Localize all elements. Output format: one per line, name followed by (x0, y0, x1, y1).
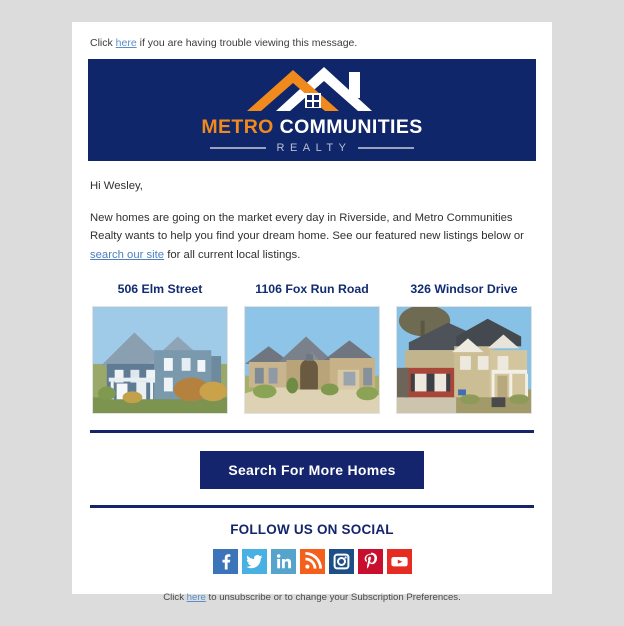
brand-logo: METRO COMMUNITIES REALTY (187, 64, 437, 154)
listing-item[interactable]: 1106 Fox Run Road (244, 282, 380, 414)
footer: Click here to unsubscribe or to change y… (72, 574, 552, 603)
preheader: Click here if you are having trouble vie… (72, 22, 552, 59)
brand-name-communities: COMMUNITIES (279, 115, 423, 138)
intro-text-after: for all current local listings. (164, 248, 301, 261)
social-heading: FOLLOW US ON SOCIAL (230, 521, 394, 537)
footer-text-before: Click (163, 591, 187, 603)
instagram-icon[interactable] (328, 548, 354, 574)
intro-paragraph: New homes are going on the market every … (90, 209, 534, 264)
footer-text-after: to unsubscribe or to change your Subscri… (205, 591, 461, 603)
facebook-icon[interactable] (212, 548, 238, 574)
cta-row: Search For More Homes (72, 433, 552, 489)
listing-title[interactable]: 326 Windsor Drive (396, 282, 532, 296)
rss-icon[interactable] (299, 548, 325, 574)
listing-item[interactable]: 326 Windsor Drive (396, 282, 532, 414)
twitter-icon[interactable] (241, 548, 267, 574)
tagline-rule-left (209, 146, 266, 149)
listing-title[interactable]: 1106 Fox Run Road (244, 282, 380, 296)
body-copy: Hi Wesley, New homes are going on the ma… (72, 161, 552, 264)
social-icons-row (72, 537, 552, 574)
house-roof-icon (247, 66, 372, 111)
listings-row: 506 Elm Street 1106 Fox Run Road 326 Win… (72, 264, 552, 414)
preheader-text-after: if you are having trouble viewing this m… (136, 37, 358, 49)
search-our-site-link[interactable]: search our site (90, 249, 164, 261)
tagline-rule-right (358, 146, 415, 149)
listing-title[interactable]: 506 Elm Street (92, 282, 228, 296)
brand-tagline: REALTY (276, 141, 352, 154)
listing-item[interactable]: 506 Elm Street (92, 282, 228, 414)
greeting: Hi Wesley, (90, 179, 143, 192)
brand-wordmark: METRO COMMUNITIES (187, 116, 437, 139)
brand-tagline-row: REALTY (187, 142, 437, 154)
intro-text-before: New homes are going on the market every … (90, 211, 524, 243)
linkedin-icon[interactable] (270, 548, 296, 574)
preheader-text-before: Click (90, 37, 116, 49)
search-more-homes-button[interactable]: Search For More Homes (200, 450, 424, 489)
email-card: Click here if you are having trouble vie… (72, 22, 552, 603)
listing-photo[interactable] (92, 305, 228, 414)
listing-photo[interactable] (396, 305, 532, 414)
brand-name-metro: METRO (201, 115, 274, 138)
view-online-link[interactable]: here (116, 37, 137, 49)
youtube-icon[interactable] (386, 548, 412, 574)
pinterest-icon[interactable] (357, 548, 383, 574)
listing-photo[interactable] (244, 305, 380, 414)
logo-banner: METRO COMMUNITIES REALTY (88, 58, 536, 161)
unsubscribe-link[interactable]: here (187, 592, 206, 603)
